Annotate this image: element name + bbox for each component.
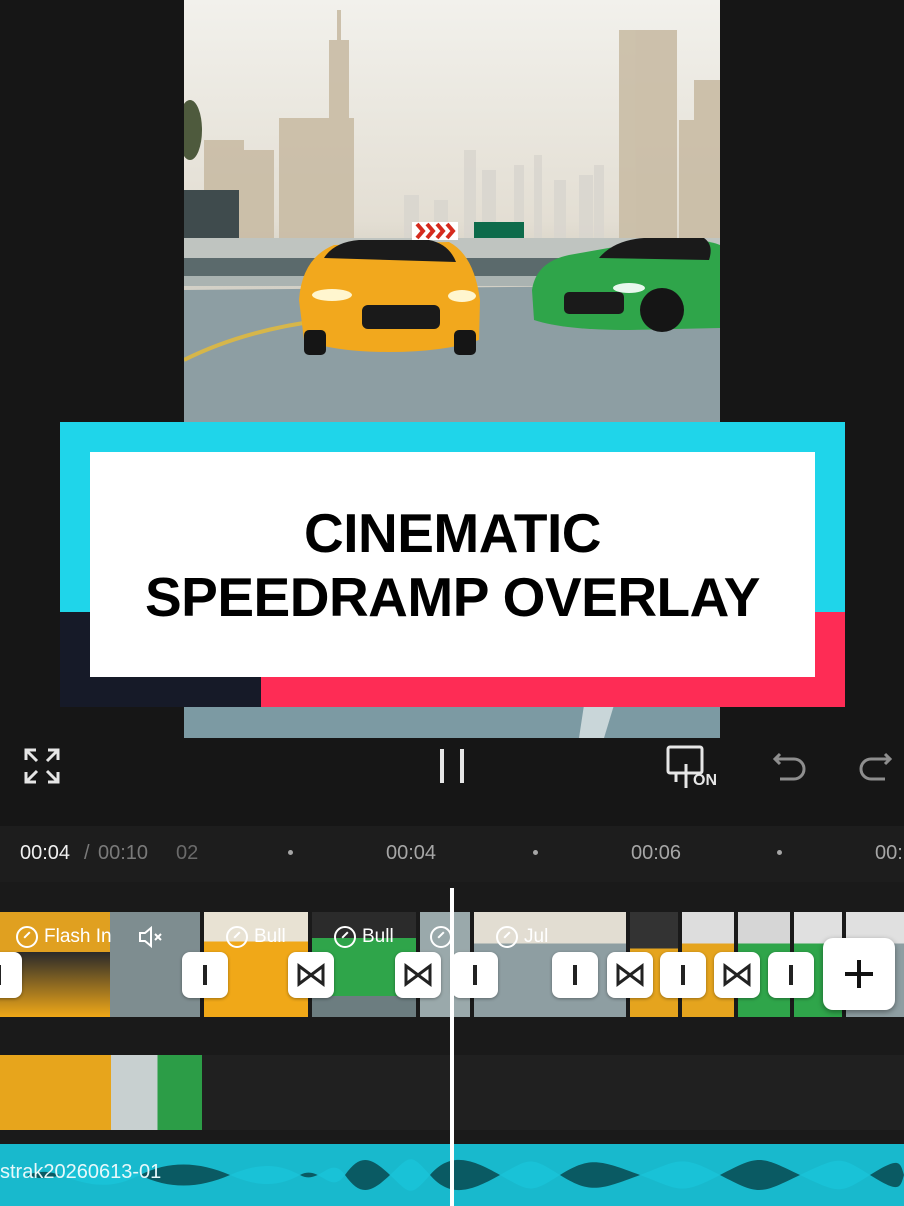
total-time: 00:10 xyxy=(98,842,149,864)
clip-label: Flash In xyxy=(16,926,112,948)
keyframe-toggle-button[interactable]: ON xyxy=(664,744,724,796)
title-banner: CINEMATIC SPEEDRAMP OVERLAY xyxy=(60,422,845,707)
yellow-car xyxy=(299,240,480,355)
speed-icon xyxy=(334,926,356,948)
speed-icon xyxy=(496,926,518,948)
playhead[interactable] xyxy=(450,888,454,1206)
transition-marker[interactable] xyxy=(607,952,653,998)
transition-marker[interactable] xyxy=(452,952,498,998)
transition-marker[interactable] xyxy=(714,952,760,998)
transition-marker[interactable] xyxy=(0,952,22,998)
fullscreen-icon[interactable] xyxy=(20,744,64,788)
banner-title-line1: CINEMATIC xyxy=(304,501,601,564)
audio-track-name: strak20260613-01 xyxy=(0,1161,162,1183)
banner-card: CINEMATIC SPEEDRAMP OVERLAY xyxy=(90,452,815,677)
redo-icon[interactable] xyxy=(855,746,895,786)
clip-label xyxy=(430,926,452,948)
ruler-tick-label: 00:04 xyxy=(386,842,437,864)
ruler-dot xyxy=(777,850,782,855)
mute-label xyxy=(138,926,164,948)
transition-marker[interactable] xyxy=(552,952,598,998)
transition-marker[interactable] xyxy=(288,952,334,998)
undo-icon[interactable] xyxy=(770,746,810,786)
pause-icon[interactable] xyxy=(428,744,476,788)
ruler-tick-label: 00:06 xyxy=(631,842,682,864)
speed-icon xyxy=(226,926,248,948)
clip-label-text: Bull xyxy=(362,926,394,947)
clip-label-text: Bull xyxy=(254,926,286,947)
clip-label-text: Jul xyxy=(524,926,549,947)
banner-title-line2: SPEEDRAMP OVERLAY xyxy=(144,565,761,628)
current-time: 00:04 xyxy=(20,842,71,864)
keyframe-toggle-label: ON xyxy=(693,772,717,789)
transition-marker[interactable] xyxy=(660,952,706,998)
add-clip-button[interactable] xyxy=(823,938,895,1010)
speed-icon xyxy=(430,926,452,948)
clip-label-text: Flash In xyxy=(44,926,112,947)
playback-toolbar: ON xyxy=(0,738,904,826)
time-separator: / xyxy=(84,842,90,864)
plus-icon xyxy=(845,960,873,988)
ruler-tick-label: 02 xyxy=(176,842,199,864)
transition-marker[interactable] xyxy=(768,952,814,998)
clip-label: Bull xyxy=(334,926,394,948)
video-clip[interactable]: Flash In xyxy=(0,912,200,1017)
ruler-dot xyxy=(533,850,538,855)
ruler-dot xyxy=(288,850,293,855)
overlay-clip[interactable] xyxy=(0,1055,202,1130)
transition-marker[interactable] xyxy=(182,952,228,998)
time-ruler[interactable]: 00:04 / 00:10 02 00:04 00:06 00: xyxy=(0,826,904,882)
mute-icon xyxy=(139,926,162,948)
clip-label: Bull xyxy=(226,926,286,948)
transition-marker[interactable] xyxy=(395,952,441,998)
ruler-tick-label: 00: xyxy=(875,842,903,864)
clip-label: Jul xyxy=(496,926,548,948)
speed-icon xyxy=(16,926,38,948)
